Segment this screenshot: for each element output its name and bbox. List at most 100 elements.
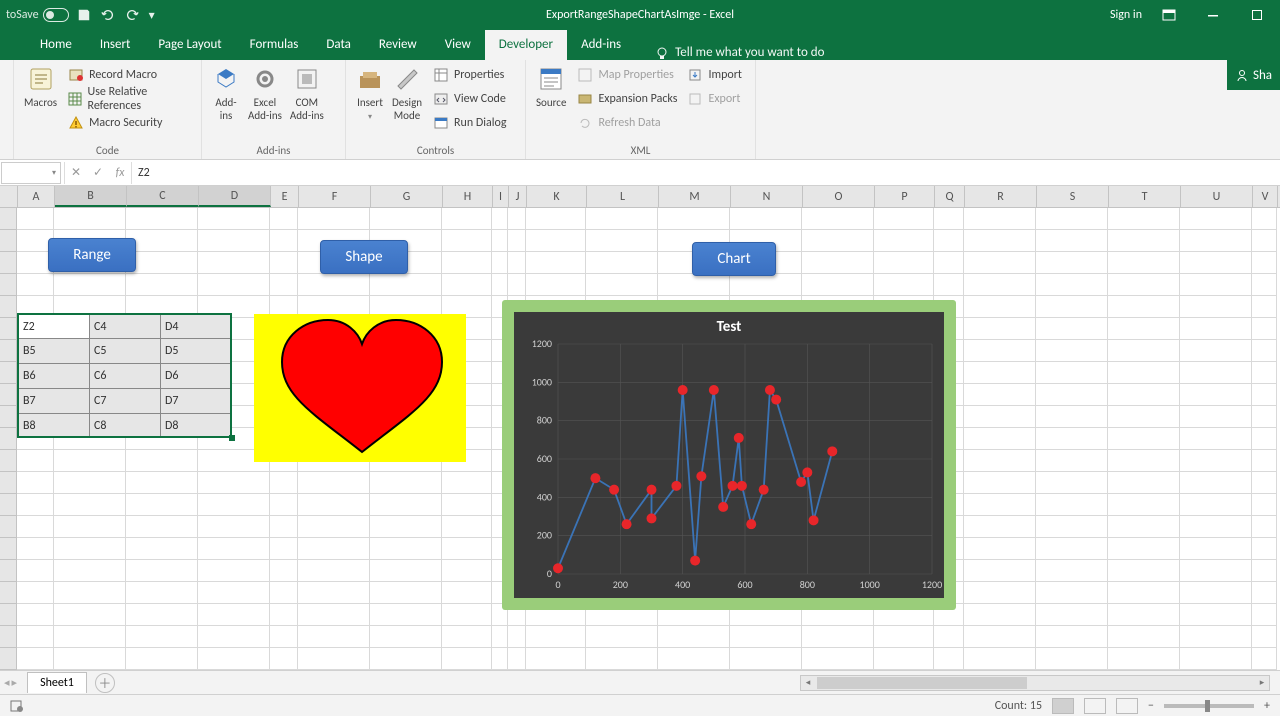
group-label-code: Code	[14, 144, 201, 157]
qat-more-icon[interactable]: ▾	[147, 6, 157, 24]
tab-addins[interactable]: Add-ins	[567, 30, 635, 60]
sheet-tab[interactable]: Sheet1	[27, 672, 87, 693]
svg-text:800: 800	[537, 414, 552, 427]
shape-button[interactable]: Shape	[320, 240, 408, 274]
export-button: Export	[684, 87, 744, 111]
svg-text:400: 400	[537, 490, 552, 503]
view-page-layout-icon[interactable]	[1084, 698, 1106, 714]
insert-control-button[interactable]: Insert ▾	[352, 63, 388, 135]
code-icon	[433, 91, 449, 107]
svg-text:200: 200	[537, 529, 552, 542]
tab-home[interactable]: Home	[26, 30, 86, 60]
import-icon	[687, 67, 703, 83]
expansion-packs-button[interactable]: Expansion Packs	[574, 87, 680, 111]
sample-range[interactable]: Z2 C4 D4 B5 C5 D5 B6 C6 D6 B7 C7 D7 B8 C…	[18, 314, 231, 437]
embedded-chart[interactable]: Test 02004006008001000120002004006008001…	[502, 300, 956, 610]
redo-icon[interactable]	[123, 6, 141, 24]
view-normal-icon[interactable]	[1052, 698, 1074, 714]
record-macro-button[interactable]: Record Macro	[65, 63, 195, 87]
selection-handle[interactable]	[229, 435, 235, 441]
tab-data[interactable]: Data	[312, 30, 365, 60]
grid-icon	[68, 91, 82, 107]
refresh-data-button: Refresh Data	[574, 111, 680, 135]
group-label-controls: Controls	[346, 144, 525, 157]
worksheet-grid[interactable]: Range Shape Chart Z2 C4 D4 B5 C5 D5 B6 C…	[0, 208, 1280, 670]
com-addins-icon	[293, 65, 321, 93]
share-icon	[1235, 68, 1249, 82]
svg-text:600: 600	[537, 452, 552, 465]
addins-icon	[212, 65, 240, 93]
tab-nav-first-icon[interactable]: ◂	[4, 676, 10, 689]
record-macro-status-icon[interactable]	[8, 699, 26, 713]
svg-text:400: 400	[675, 578, 690, 591]
refresh-icon	[577, 115, 593, 131]
com-addins-button[interactable]: COM Add-ins	[286, 63, 328, 124]
view-code-button[interactable]: View Code	[430, 87, 509, 111]
macros-button[interactable]: Macros	[20, 63, 61, 135]
design-mode-button[interactable]: Design Mode	[388, 63, 426, 135]
cancel-formula-icon[interactable]: ✕	[65, 162, 87, 184]
column-headers[interactable]: A B C D EFG HIJ KLM NOP QRS TUV	[0, 186, 1280, 208]
gear-icon	[251, 65, 279, 93]
tab-developer[interactable]: Developer	[485, 30, 567, 60]
undo-icon[interactable]	[99, 6, 117, 24]
svg-text:800: 800	[800, 578, 815, 591]
view-page-break-icon[interactable]	[1116, 698, 1138, 714]
group-label-xml: XML	[526, 144, 755, 157]
svg-text:1000: 1000	[532, 375, 552, 388]
share-button[interactable]: Sha	[1227, 60, 1280, 90]
save-icon[interactable]	[75, 6, 93, 24]
range-button[interactable]: Range	[48, 238, 136, 272]
name-box[interactable]	[1, 162, 61, 184]
svg-text:600: 600	[737, 578, 752, 591]
warning-icon	[68, 115, 84, 131]
add-sheet-button[interactable]: ＋	[95, 673, 115, 693]
macro-security-button[interactable]: Macro Security	[65, 111, 195, 135]
formula-input[interactable]: Z2	[132, 166, 1280, 180]
heart-shape[interactable]	[254, 314, 466, 462]
enter-formula-icon[interactable]: ✓	[87, 162, 109, 184]
addins-button[interactable]: Add- ins	[208, 63, 244, 124]
tab-nav-last-icon[interactable]: ▸	[12, 676, 18, 689]
titlebar: toSave ▾ ExportRangeShapeChartAsImge - E…	[0, 0, 1280, 30]
status-count: Count: 15	[995, 699, 1042, 713]
record-icon	[68, 67, 84, 83]
properties-button[interactable]: Properties	[430, 63, 509, 87]
status-bar: Count: 15 − +	[0, 694, 1280, 716]
zoom-slider[interactable]	[1164, 704, 1254, 708]
tab-review[interactable]: Review	[365, 30, 431, 60]
tab-formulas[interactable]: Formulas	[236, 30, 313, 60]
autosave-toggle[interactable]: toSave	[6, 8, 69, 22]
tab-page-layout[interactable]: Page Layout	[144, 30, 235, 60]
svg-text:200: 200	[613, 578, 628, 591]
group-label-addins: Add-ins	[202, 144, 345, 157]
zoom-in-icon[interactable]: +	[1264, 699, 1270, 713]
fx-icon[interactable]: fx	[109, 166, 131, 180]
formula-bar: ✕ ✓ fx Z2	[0, 160, 1280, 186]
xml-source-icon	[537, 65, 565, 93]
signin-link[interactable]: Sign in	[1110, 8, 1142, 22]
use-relative-refs-button[interactable]: Use Relative References	[65, 87, 195, 111]
tell-me[interactable]: Tell me what you want to do	[655, 45, 824, 60]
heart-icon	[254, 314, 466, 462]
ribbon-tabs: Home Insert Page Layout Formulas Data Re…	[0, 30, 1280, 60]
horizontal-scrollbar[interactable]: ◂ ▸	[800, 675, 1270, 691]
maximize-button[interactable]	[1240, 0, 1274, 30]
ribbon: Macros Record Macro Use Relative Referen…	[0, 60, 1280, 160]
toolbox-icon	[356, 65, 384, 93]
minimize-button[interactable]	[1196, 0, 1230, 30]
svg-text:1200: 1200	[532, 337, 552, 350]
xml-source-button[interactable]: Source	[532, 63, 570, 135]
tab-view[interactable]: View	[431, 30, 485, 60]
chart-button[interactable]: Chart	[692, 242, 776, 276]
ribbon-options-icon[interactable]	[1152, 0, 1186, 30]
autosave-label: toSave	[6, 8, 39, 22]
svg-text:0: 0	[547, 567, 552, 580]
select-all-corner[interactable]	[0, 186, 18, 207]
excel-addins-button[interactable]: Excel Add-ins	[244, 63, 286, 124]
run-dialog-button[interactable]: Run Dialog	[430, 111, 509, 135]
import-button[interactable]: Import	[684, 63, 744, 87]
tab-insert[interactable]: Insert	[86, 30, 145, 60]
zoom-out-icon[interactable]: −	[1148, 699, 1154, 713]
ruler-icon	[393, 65, 421, 93]
